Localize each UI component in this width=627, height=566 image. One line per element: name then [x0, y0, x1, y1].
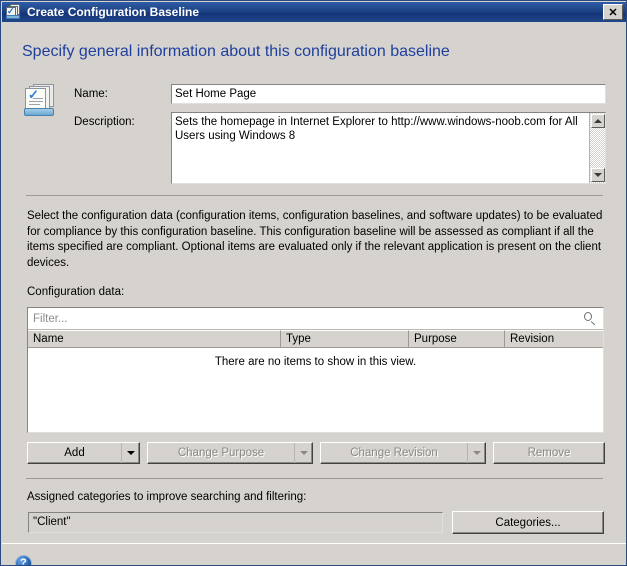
name-label: Name:	[74, 88, 108, 100]
column-header-name[interactable]: Name	[28, 330, 281, 347]
title-bar: ✓ Create Configuration Baseline ✕	[2, 2, 626, 22]
search-icon[interactable]	[581, 310, 599, 328]
add-button-label: Add	[64, 447, 85, 459]
change-purpose-dropdown-chevron-down-icon[interactable]	[294, 443, 312, 463]
change-purpose-button[interactable]: Change Purpose	[147, 442, 313, 464]
name-input[interactable]	[171, 84, 606, 104]
change-revision-button-label: Change Revision	[350, 447, 438, 459]
change-revision-button[interactable]: Change Revision	[320, 442, 486, 464]
column-header-purpose[interactable]: Purpose	[409, 330, 505, 347]
baseline-stack-icon: ✓	[6, 4, 22, 20]
configuration-data-list: Name Type Purpose Revision There are no …	[27, 307, 604, 433]
description-input[interactable]: Sets the homepage in Internet Explorer t…	[171, 112, 606, 184]
page-title: Specify general information about this c…	[22, 43, 450, 60]
configuration-baseline-icon: ✓	[24, 84, 58, 118]
change-revision-dropdown-chevron-down-icon[interactable]	[467, 443, 485, 463]
instructions-text: Select the configuration data (configura…	[27, 210, 603, 269]
table-body: There are no items to show in this view.	[28, 348, 603, 431]
add-button[interactable]: Add	[27, 442, 140, 464]
empty-list-message: There are no items to show in this view.	[214, 356, 417, 368]
description-text: Sets the homepage in Internet Explorer t…	[175, 116, 578, 142]
description-scrollbar[interactable]	[589, 113, 605, 183]
description-label: Description:	[74, 116, 135, 128]
add-dropdown-chevron-down-icon[interactable]	[121, 443, 139, 463]
filter-row	[28, 307, 603, 330]
window-title: Create Configuration Baseline	[27, 5, 200, 19]
categories-label: Assigned categories to improve searching…	[27, 491, 307, 503]
categories-button[interactable]: Categories...	[452, 511, 604, 534]
remove-button[interactable]: Remove	[493, 442, 605, 464]
help-question-icon[interactable]: ?	[15, 555, 32, 565]
column-header-type[interactable]: Type	[281, 330, 409, 347]
separator-top	[26, 195, 603, 196]
change-purpose-button-label: Change Purpose	[177, 447, 265, 459]
scroll-up-arrow-icon[interactable]	[591, 114, 605, 128]
create-configuration-baseline-dialog: ✓ Create Configuration Baseline ✕ Specif…	[0, 0, 627, 566]
scroll-down-arrow-icon[interactable]	[591, 168, 605, 182]
table-header-row: Name Type Purpose Revision	[28, 330, 603, 348]
configuration-data-label: Configuration data:	[27, 286, 125, 298]
configuration-data-actions: Add Change Purpose Change Revision Remov…	[27, 442, 605, 464]
categories-value: "Client"	[28, 512, 443, 533]
dialog-client-area: Specify general information about this c…	[2, 22, 626, 565]
filter-input[interactable]	[28, 307, 581, 330]
dialog-footer: ? windows-noob.com OK Cancel	[2, 543, 626, 565]
close-icon[interactable]: ✕	[603, 4, 623, 20]
column-header-revision[interactable]: Revision	[505, 330, 603, 347]
separator-bottom	[26, 478, 603, 479]
